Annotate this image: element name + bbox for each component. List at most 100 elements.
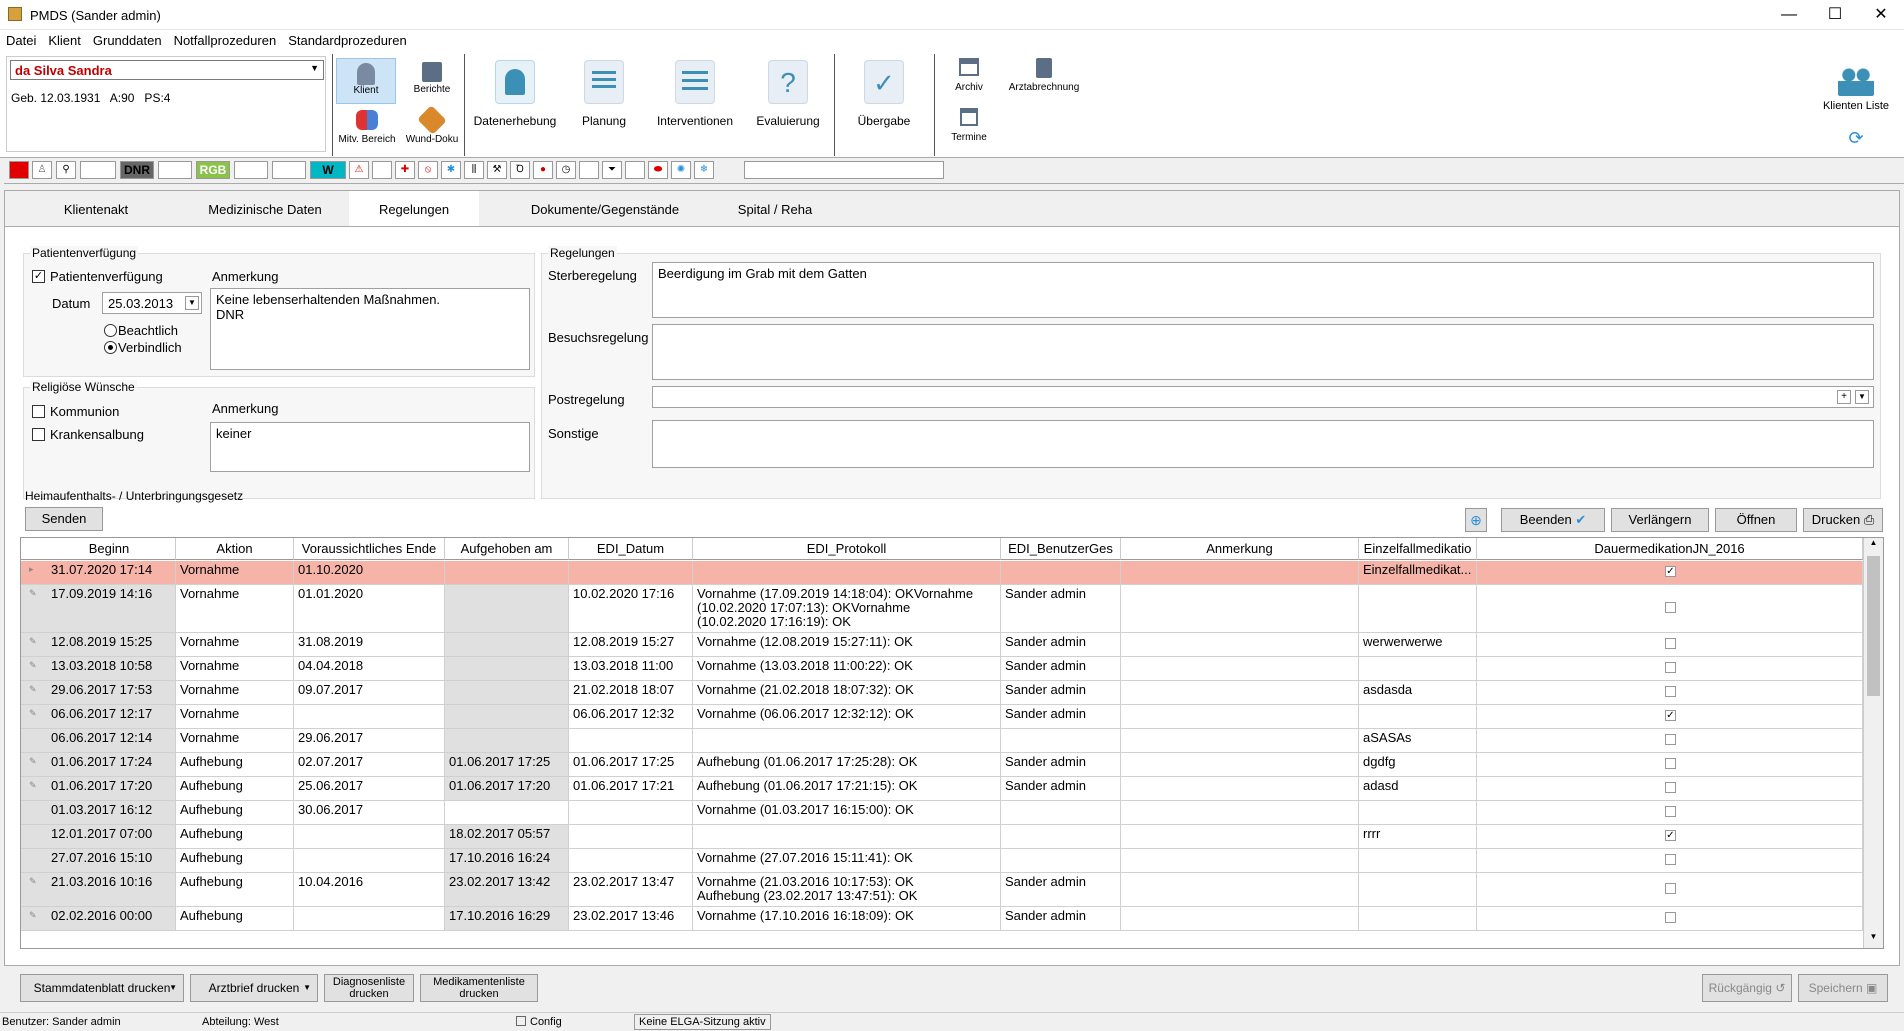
tool-archiv[interactable]: Archiv [944,58,994,102]
datum-field[interactable]: 25.03.2013 ▼ [102,292,202,314]
oeffnen-button[interactable]: Öffnen [1715,508,1797,532]
tab-dokumente[interactable]: Dokumente/Gegenstände [513,191,697,227]
table-row[interactable]: 01.03.2017 16:12 Aufhebung 30.06.2017 Vorna… [21,801,1863,825]
w-badge[interactable]: W [310,161,346,179]
ear-icon[interactable]: Ꝺ [510,161,530,179]
refresh-icon[interactable]: ⟳ [1846,128,1866,148]
tool-datenerhebung[interactable]: Datenerhebung [470,60,560,140]
wrench-icon[interactable]: ⚒ [487,161,507,179]
dauermedikation-checkbox[interactable] [1665,883,1676,894]
table-row[interactable]: 31.07.2020 17:14 Vornahme 01.10.2020 Einzel… [21,561,1863,585]
beachtlich-radio[interactable] [104,324,117,337]
funnel-icon[interactable]: ⏷ [602,161,622,179]
dnr-badge[interactable]: DNR [120,161,154,179]
chevron-down-icon[interactable]: ▼ [1855,390,1869,404]
table-row[interactable]: 29.06.2017 17:53 Vornahme 09.07.2017 21.02.… [21,681,1863,705]
table-row[interactable]: 12.08.2019 15:25 Vornahme 31.08.2019 12.08.… [21,633,1863,657]
sterberegelung-field[interactable]: Beerdigung im Grab mit dem Gatten [652,262,1874,318]
germ-icon[interactable]: ✺ [671,161,691,179]
tool-uebergabe[interactable]: ✓ Übergabe [844,60,924,140]
fork-knife-icon[interactable]: ⫼ [464,161,484,179]
stammdatenblatt-button[interactable]: Stammdatenblatt drucken ▼ [20,974,184,1002]
anmerkung-field[interactable]: Keine lebenserhaltenden Maßnahmen. DNR [210,288,530,370]
tool-wund-doku[interactable]: Wund-Doku [404,105,460,154]
dauermedikation-checkbox[interactable] [1665,782,1676,793]
dauermedikation-checkbox[interactable] [1665,638,1676,649]
speichern-button[interactable]: Speichern ▣ [1798,974,1888,1002]
clock-icon[interactable]: ◷ [556,161,576,179]
column-header-beginn[interactable]: Beginn [21,538,176,560]
table-row[interactable]: 06.06.2017 12:14 Vornahme 29.06.2017 aSASAs [21,729,1863,753]
dauermedikation-checkbox[interactable] [1665,854,1676,865]
config-checkbox[interactable] [516,1016,526,1026]
verlaengern-button[interactable]: Verlängern [1611,508,1709,532]
tab-spital-reha[interactable]: Spital / Reha [715,191,835,227]
tool-termine[interactable]: Termine [944,108,994,152]
tab-regelungen[interactable]: Regelungen [349,191,479,227]
scroll-up-icon[interactable]: ▲ [1864,538,1883,554]
virus-icon[interactable]: ✱ [441,161,461,179]
scroll-down-icon[interactable]: ▼ [1864,932,1883,948]
dauermedikation-checkbox[interactable] [1665,912,1676,923]
table-row[interactable]: 21.03.2016 10:16 Aufhebung 10.04.2016 23.02… [21,873,1863,907]
tab-medizinische-daten[interactable]: Medizinische Daten [185,191,345,227]
menu-notfallprozeduren[interactable]: Notfallprozeduren [168,30,283,48]
prohibited-icon[interactable]: ⦸ [418,161,438,179]
tool-interventionen[interactable]: Interventionen [650,60,740,140]
red-flag-icon[interactable] [9,161,29,179]
add-icon[interactable]: ⊕ [1465,508,1487,532]
column-header-ende[interactable]: Voraussichtliches Ende [294,538,445,560]
patientenverfuegung-checkbox[interactable]: ✓ [32,270,45,283]
dauermedikation-checkbox[interactable] [1665,602,1676,613]
minimize-button[interactable]: — [1766,0,1812,30]
senden-button[interactable]: Senden [25,507,103,531]
table-row[interactable]: 12.01.2017 07:00 Aufhebung 18.02.2017 05:5… [21,825,1863,849]
status-text-field[interactable] [744,161,944,179]
menu-klient[interactable]: Klient [42,30,87,48]
verbindlich-radio[interactable] [104,341,117,354]
menu-grunddaten[interactable]: Grunddaten [87,30,168,48]
scroll-thumb[interactable] [1867,556,1880,696]
column-header-edi-datum[interactable]: EDI_Datum [569,538,693,560]
beenden-button[interactable]: Beenden ✔ [1501,508,1605,532]
tool-arztabrechnung[interactable]: Arztabrechnung [1004,58,1084,102]
snowflake-icon[interactable]: ❄ [694,161,714,179]
tool-planung[interactable]: Planung [566,60,642,140]
dauermedikation-checkbox[interactable]: ✓ [1665,710,1676,721]
table-row[interactable]: 01.06.2017 17:24 Aufhebung 02.07.2017 01.06… [21,753,1863,777]
dauermedikation-checkbox[interactable] [1665,734,1676,745]
tool-mitv-bereich[interactable]: Mitv. Bereich [336,108,398,154]
anmerkung-field[interactable]: keiner [210,422,530,472]
column-header-einzelfall[interactable]: Einzelfallmedikatio [1359,538,1477,560]
table-row[interactable]: 01.06.2017 17:20 Aufhebung 25.06.2017 01.06… [21,777,1863,801]
column-header-aufgehoben[interactable]: Aufgehoben am [445,538,569,560]
table-row[interactable]: 13.03.2018 10:58 Vornahme 04.04.2018 13.03.… [21,657,1863,681]
column-header-dauermedikation[interactable]: DauermedikationJN_2016 [1477,538,1863,560]
dauermedikation-checkbox[interactable] [1665,686,1676,697]
dauermedikation-checkbox[interactable] [1665,662,1676,673]
tool-klient[interactable]: Klient [336,58,396,104]
postregelung-field[interactable]: + ▼ [652,386,1874,408]
dauermedikation-checkbox[interactable] [1665,806,1676,817]
krankensalbung-checkbox[interactable] [32,428,45,441]
sonstige-field[interactable] [652,420,1874,468]
dauermedikation-checkbox[interactable] [1665,758,1676,769]
menu-datei[interactable]: Datei [0,30,42,48]
kommunion-checkbox[interactable] [32,405,45,418]
person-icon[interactable]: ♙ [32,161,52,179]
diagnosenliste-button[interactable]: Diagnosenliste drucken [324,974,414,1002]
vertical-scrollbar[interactable]: ▲ ▼ [1863,538,1883,948]
column-header-edi-protokoll[interactable]: EDI_Protokoll [693,538,1001,560]
warning-icon[interactable]: ⚠ [349,161,369,179]
pill-icon[interactable]: ⬬ [648,161,668,179]
table-row[interactable]: 06.06.2017 12:17 Vornahme 06.06.2017 12:32… [21,705,1863,729]
rgb-badge[interactable]: RGB [196,161,230,179]
tool-evaluierung[interactable]: ? Evaluierung [748,60,828,140]
column-header-edi-benutzer[interactable]: EDI_BenutzerGes [1001,538,1121,560]
tool-klienten-liste[interactable]: Klienten Liste [1816,66,1896,126]
besuchsregelung-field[interactable] [652,324,1874,380]
column-header-aktion[interactable]: Aktion [176,538,294,560]
drucken-button[interactable]: Drucken ⎙ [1803,508,1883,532]
table-row[interactable]: 27.07.2016 15:10 Aufhebung 17.10.2016 16:2… [21,849,1863,873]
dauermedikation-checkbox[interactable]: ✓ [1665,566,1676,577]
